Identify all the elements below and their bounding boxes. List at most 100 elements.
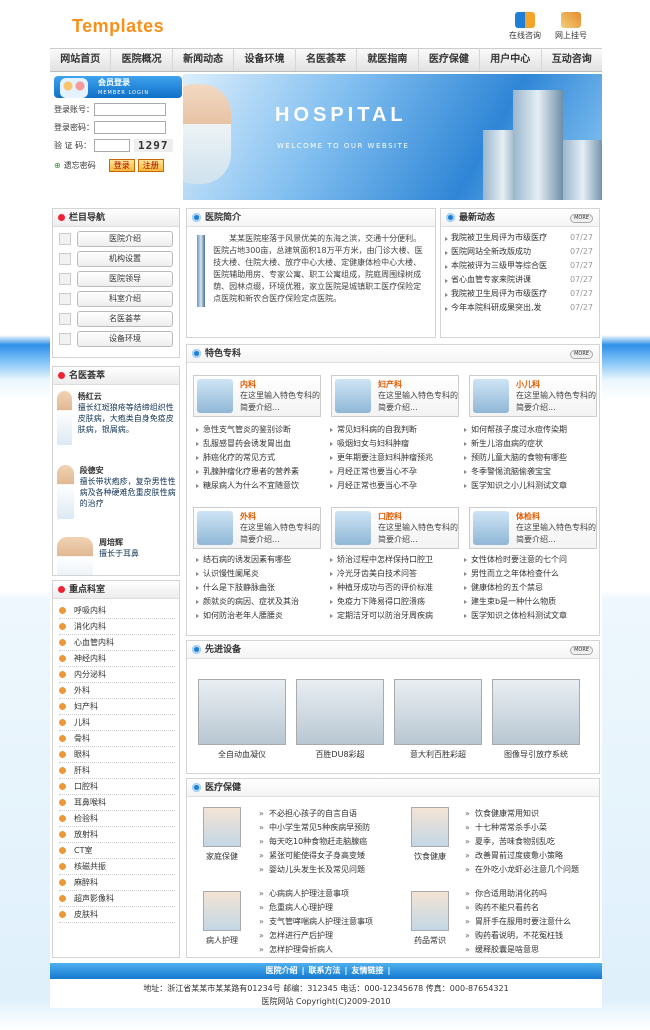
specialty-link[interactable]: 新生儿溶血病的症状 (461, 437, 595, 451)
care-link[interactable]: 饮食健康常用知识 (463, 807, 579, 821)
specialty-link[interactable]: 医学知识之小儿科测试文章 (461, 479, 595, 493)
specialty-card[interactable]: 小儿科 在这里输入特色专科的简要介绍... (469, 375, 597, 417)
department-item[interactable]: 核磁共振 (59, 859, 175, 875)
care-category[interactable]: 饮食健康 (401, 807, 459, 862)
care-link[interactable]: 危重病人心理护理 (257, 901, 373, 915)
care-link[interactable]: 怎样进行产后护理 (257, 929, 373, 943)
department-item[interactable]: 消化内科 (59, 619, 175, 635)
specialty-link[interactable]: 吸烟妇女与妇科肿瘤 (327, 437, 461, 451)
nav-user[interactable]: 用户中心 (480, 49, 542, 71)
equipment-item[interactable]: 意大利百胜彩超 (393, 679, 483, 760)
equipment-item[interactable]: 图像导引放疗系统 (491, 679, 581, 760)
news-item[interactable]: 省心血管专家来院讲课 07/27 (441, 273, 599, 287)
department-item[interactable]: 妇产科 (59, 699, 175, 715)
nav-news[interactable]: 新闻动态 (173, 49, 235, 71)
department-item[interactable]: 放射科 (59, 827, 175, 843)
department-item[interactable]: 外科 (59, 683, 175, 699)
column-nav-item[interactable]: 名医荟萃 (77, 311, 173, 327)
site-logo[interactable]: Templates (72, 16, 164, 37)
column-nav-item[interactable]: 机构设置 (77, 251, 173, 267)
care-link[interactable]: 紧张可能使得女子身高变矮 (257, 849, 370, 863)
specialty-link[interactable]: 结石病的诱发因素有哪些 (193, 553, 327, 567)
department-item[interactable]: 骨科 (59, 731, 175, 747)
news-more-button[interactable]: MORE (570, 214, 593, 223)
nav-doctors[interactable]: 名医荟萃 (296, 49, 358, 71)
specialty-link[interactable]: 什么是下肢静脉曲张 (193, 581, 327, 595)
care-link[interactable]: 心病病人护理注意事项 (257, 887, 373, 901)
department-item[interactable]: 皮肤科 (59, 907, 175, 923)
specialty-card[interactable]: 体检科 在这里输入特色专科的简要介绍... (469, 507, 597, 549)
care-link[interactable]: 胃肝手在服用时要注意什么 (463, 915, 571, 929)
footer-link-intro[interactable]: 医院介绍 (266, 966, 298, 975)
online-consult-link[interactable]: 在线咨询 (500, 12, 550, 41)
specialty-link[interactable]: 乳腺肿瘤化疗患者的营养素 (193, 465, 327, 479)
care-link[interactable]: 购药看说明，不花冤枉钱 (463, 929, 571, 943)
department-item[interactable]: 肝科 (59, 763, 175, 779)
doctor-card[interactable]: 杨红云 擅长红斑狼疮等结缔组织性皮肤病，大疱类自身免疫皮肤病，银屑病。 (57, 391, 179, 451)
department-item[interactable]: 耳鼻喉科 (59, 795, 175, 811)
nav-about[interactable]: 医院概况 (111, 49, 173, 71)
department-item[interactable]: 检验科 (59, 811, 175, 827)
specialty-link[interactable]: 免疫力下降易得口腔溃疡 (327, 595, 461, 609)
care-link[interactable]: 改善胃前过度疲惫小策略 (463, 849, 579, 863)
specialty-link[interactable]: 女性体检时要注意的七个问 (461, 553, 595, 567)
care-link[interactable]: 每天吃10种食物赶走脑腺癌 (257, 835, 370, 849)
care-link[interactable]: 购药不能只看药名 (463, 901, 571, 915)
care-link[interactable]: 夏季，苦味食物别乱吃 (463, 835, 579, 849)
specialty-link[interactable]: 乱服感冒药会诱发胃出血 (193, 437, 327, 451)
nav-guide[interactable]: 就医指南 (357, 49, 419, 71)
column-nav-item[interactable]: 医院介绍 (77, 231, 173, 247)
department-item[interactable]: 心血管内科 (59, 635, 175, 651)
column-nav-item[interactable]: 设备环境 (77, 331, 173, 347)
specialty-card[interactable]: 内科 在这里输入特色专科的简要介绍... (193, 375, 321, 417)
specialty-link[interactable]: 月经正常也要当心不孕 (327, 479, 461, 493)
specialty-link[interactable]: 定期洁牙可以防治牙周疾病 (327, 609, 461, 623)
specialty-link[interactable]: 冬季警惕流脑偷袭宝宝 (461, 465, 595, 479)
footer-link-contact[interactable]: 联系方法 (309, 966, 341, 975)
care-link[interactable]: 缓释胶囊是啥意思 (463, 943, 571, 957)
equipment-more-button[interactable]: MORE (570, 646, 593, 655)
care-category[interactable]: 病人护理 (193, 891, 251, 946)
news-item[interactable]: 本院被评为三级甲等综合医 07/27 (441, 259, 599, 273)
news-item[interactable]: 医院网站全新改版成功 07/27 (441, 245, 599, 259)
equipment-item[interactable]: 百胜DU8彩超 (295, 679, 385, 760)
specialty-link[interactable]: 矫治过程中怎样保持口腔卫 (327, 553, 461, 567)
specialty-link[interactable]: 如何帮孩子度过水痘传染期 (461, 423, 595, 437)
care-link[interactable]: 你合适用助消化药吗 (463, 887, 571, 901)
specialty-link[interactable]: 颜就炎的病因、症状及其治 (193, 595, 327, 609)
department-item[interactable]: 麻醉科 (59, 875, 175, 891)
care-link[interactable]: 在外吃小龙虾必注意几个问题 (463, 863, 579, 877)
care-link[interactable]: 婴幼儿头发生长及常见问题 (257, 863, 370, 877)
department-item[interactable]: 内分泌科 (59, 667, 175, 683)
specialty-link[interactable]: 月经正常也要当心不孕 (327, 465, 461, 479)
specialty-link[interactable]: 如何防治老年人腰腰炎 (193, 609, 327, 623)
specialty-link[interactable]: 建生束b是一种什么物质 (461, 595, 595, 609)
doctor-card[interactable]: 周培辉 擅长于耳鼻 (57, 537, 179, 575)
specialty-link[interactable]: 认识慢性阑尾炎 (193, 567, 327, 581)
care-link[interactable]: 中小学生常见5种疾病早预防 (257, 821, 370, 835)
specialty-link[interactable]: 糖尿病人为什么不宜随意饮 (193, 479, 327, 493)
news-item[interactable]: 我院被卫生局评为市级医疗 07/27 (441, 287, 599, 301)
nav-consult[interactable]: 互动咨询 (542, 49, 602, 71)
specialty-link[interactable]: 预防儿童大脑的食物有哪些 (461, 451, 595, 465)
department-item[interactable]: CT室 (59, 843, 175, 859)
specialty-card[interactable]: 口腔科 在这里输入特色专科的简要介绍... (331, 507, 459, 549)
specialty-link[interactable]: 常见妇科病的自我判断 (327, 423, 461, 437)
care-link[interactable]: 不必担心孩子的自言自语 (257, 807, 370, 821)
column-nav-item[interactable]: 医院领导 (77, 271, 173, 287)
care-category[interactable]: 药品常识 (401, 891, 459, 946)
nav-home[interactable]: 网站首页 (50, 49, 112, 71)
specialty-link[interactable]: 医学知识之体检科测试文章 (461, 609, 595, 623)
online-register-link[interactable]: 网上挂号 (546, 12, 596, 41)
specialty-link[interactable]: 男性而立之年体检查什么 (461, 567, 595, 581)
nav-health[interactable]: 医疗保健 (419, 49, 481, 71)
specialty-link[interactable]: 急性支气管炎的鉴别诊断 (193, 423, 327, 437)
captcha-input[interactable] (94, 138, 130, 152)
specialty-link[interactable]: 种植牙成功与否的评价标准 (327, 581, 461, 595)
footer-link-friends[interactable]: 友情链接 (351, 966, 383, 975)
news-item[interactable]: 今年本院科研成果突出,发 07/27 (441, 301, 599, 315)
department-item[interactable]: 眼科 (59, 747, 175, 763)
department-item[interactable]: 儿科 (59, 715, 175, 731)
specialty-link[interactable]: 冷光牙齿美白技术问答 (327, 567, 461, 581)
register-button[interactable]: 注册 (137, 158, 164, 172)
